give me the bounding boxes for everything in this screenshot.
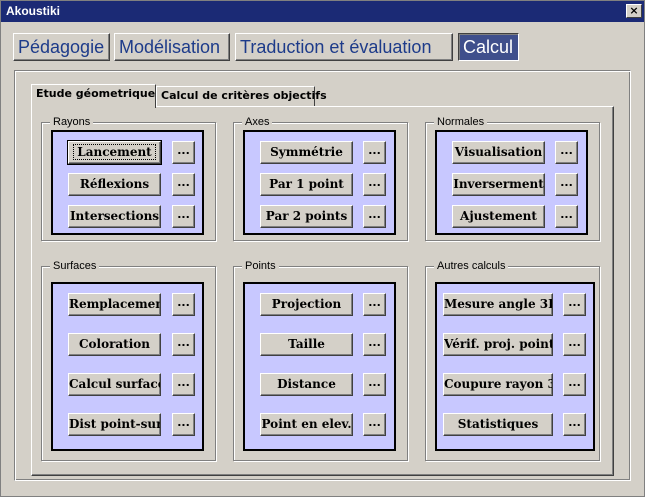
inverserment-more-button[interactable]: ... (555, 173, 578, 196)
par-2-points-button[interactable]: Par 2 points (260, 205, 353, 228)
visualisation-more-button[interactable]: ... (555, 141, 578, 164)
projection-button[interactable]: Projection (260, 293, 353, 316)
tab-modelisation[interactable]: Modélisation (114, 33, 230, 61)
group-label-surfaces: Surfaces (50, 259, 100, 273)
coupure-rayon-3d-more-button[interactable]: ... (563, 373, 586, 396)
calcul-surface-more-button[interactable]: ... (172, 373, 195, 396)
mesure-angle-3d-button[interactable]: Mesure angle 3D (443, 293, 553, 316)
reflexions-more-button[interactable]: ... (172, 173, 195, 196)
reflexions-button[interactable]: Réflexions (68, 173, 161, 196)
symmetrie-button[interactable]: Symmétrie (260, 141, 353, 164)
title-bar: Akoustiki × (1, 1, 644, 22)
ajustement-button[interactable]: Ajustement (452, 205, 545, 228)
intersections-more-button[interactable]: ... (172, 205, 195, 228)
lancement-label: Lancement (73, 144, 156, 160)
statistiques-more-button[interactable]: ... (563, 413, 586, 436)
subtab-calcul-criteres[interactable]: Calcul de critères objectifs (156, 86, 327, 106)
lancement-button[interactable]: Lancement (67, 140, 162, 165)
group-label-points: Points (242, 259, 279, 273)
par-1-point-button[interactable]: Par 1 point (260, 173, 353, 196)
remplacement-button[interactable]: Remplacement (68, 293, 161, 316)
verif-proj-point-button[interactable]: Vérif. proj. point (443, 333, 553, 356)
symmetrie-more-button[interactable]: ... (363, 141, 386, 164)
tab-calcul[interactable]: Calcul (458, 33, 519, 61)
remplacement-more-button[interactable]: ... (172, 293, 195, 316)
akoustiki-window: Akoustiki × Pédagogie Modélisation Tradu… (0, 0, 645, 497)
close-button[interactable]: × (626, 4, 642, 18)
tab-pedagogie[interactable]: Pédagogie (13, 33, 110, 61)
point-en-elev-more-button[interactable]: ... (363, 413, 386, 436)
group-label-rayons: Rayons (50, 115, 94, 129)
mesure-angle-3d-more-button[interactable]: ... (563, 293, 586, 316)
inverserment-button[interactable]: Inverserment (452, 173, 545, 196)
verif-proj-point-more-button[interactable]: ... (563, 333, 586, 356)
statistiques-button[interactable]: Statistiques (443, 413, 553, 436)
group-label-autres-calculs: Autres calculs (434, 259, 509, 273)
taille-more-button[interactable]: ... (363, 333, 386, 356)
group-label-normales: Normales (434, 115, 488, 129)
taille-button[interactable]: Taille (260, 333, 353, 356)
group-label-axes: Axes (242, 115, 273, 129)
calcul-surface-button[interactable]: Calcul surface (68, 373, 161, 396)
tab-traduction-evaluation[interactable]: Traduction et évaluation (235, 33, 453, 61)
point-en-elev-button[interactable]: Point en elev. (260, 413, 353, 436)
dist-point-surf-more-button[interactable]: ... (172, 413, 195, 436)
coloration-button[interactable]: Coloration (68, 333, 161, 356)
close-icon: × (629, 4, 639, 17)
window-title: Akoustiki (6, 4, 61, 18)
par-1-point-more-button[interactable]: ... (363, 173, 386, 196)
distance-button[interactable]: Distance (260, 373, 353, 396)
subtab-etude-geometrique[interactable]: Etude géometrique (31, 84, 156, 108)
ajustement-more-button[interactable]: ... (555, 205, 578, 228)
visualisation-button[interactable]: Visualisation (452, 141, 545, 164)
lancement-more-button[interactable]: ... (172, 141, 195, 164)
coloration-more-button[interactable]: ... (172, 333, 195, 356)
coupure-rayon-3d-button[interactable]: Coupure rayon 3D (443, 373, 553, 396)
dist-point-surf-button[interactable]: Dist point-surf (68, 413, 161, 436)
projection-more-button[interactable]: ... (363, 293, 386, 316)
intersections-button[interactable]: Intersections (68, 205, 161, 228)
distance-more-button[interactable]: ... (363, 373, 386, 396)
par-2-points-more-button[interactable]: ... (363, 205, 386, 228)
